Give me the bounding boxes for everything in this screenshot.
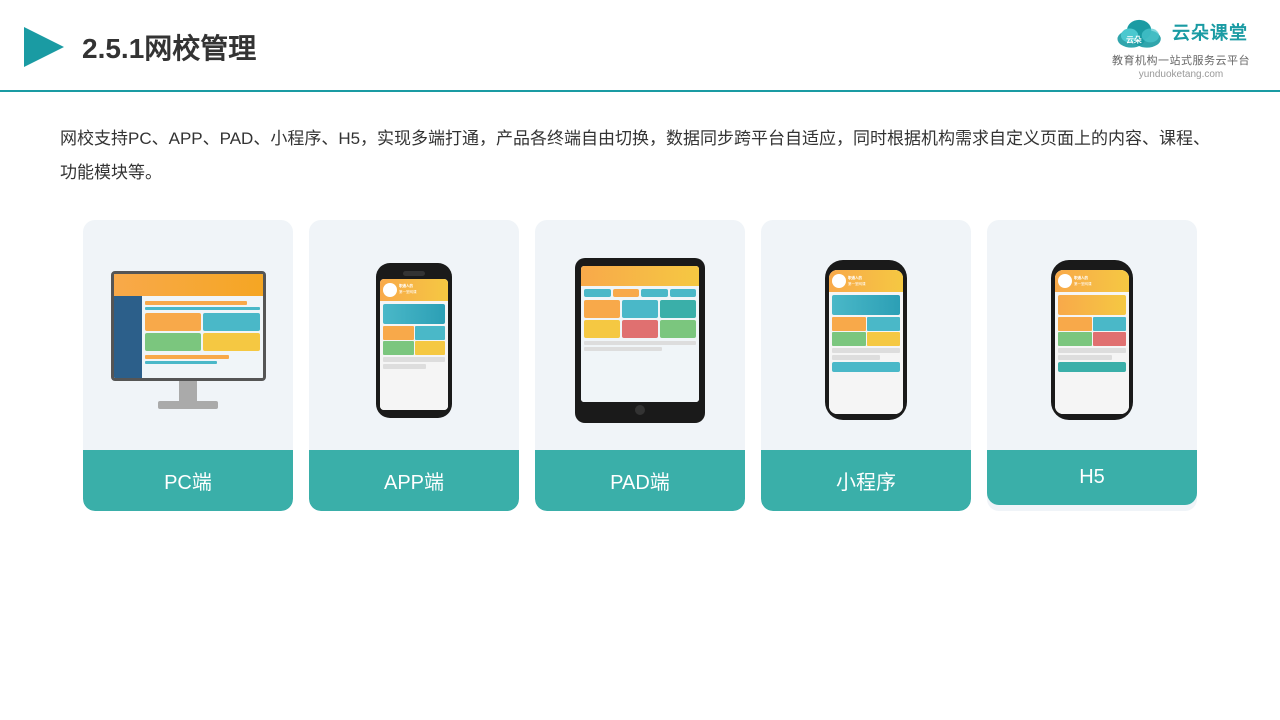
monitor-screen	[111, 271, 266, 381]
svg-text:云朵: 云朵	[1126, 34, 1142, 44]
card-pc: PC端	[83, 220, 293, 511]
page-title: 2.5.1网校管理	[82, 27, 256, 67]
logo-url: yunduoketang.com	[1139, 69, 1224, 80]
card-pad-image	[535, 220, 745, 450]
card-pad-label: PAD端	[535, 450, 745, 511]
pad-tablet	[575, 258, 705, 423]
card-miniprogram-image: 职通人的 第一堂网课	[761, 220, 971, 450]
pc-monitor	[111, 271, 266, 409]
notch-top	[851, 260, 881, 266]
app-phone: 职通人的 第一堂网课	[376, 263, 452, 418]
card-h5-label: H5	[987, 450, 1197, 505]
card-pc-image	[83, 220, 293, 450]
card-h5-image: 职通人的 第一堂网课	[987, 220, 1197, 450]
cloud-icon: 云朵	[1114, 14, 1166, 50]
card-pad: PAD端	[535, 220, 745, 511]
phone-notch	[403, 271, 425, 276]
phone-screen: 职通人的 第一堂网课	[380, 279, 448, 410]
card-app: 职通人的 第一堂网课	[309, 220, 519, 511]
tablet-screen	[581, 266, 699, 402]
logo-subtitle: 教育机构一站式服务云平台	[1112, 52, 1250, 68]
h5-phone: 职通人的 第一堂网课	[1051, 260, 1133, 420]
card-miniprogram: 职通人的 第一堂网课	[761, 220, 971, 511]
miniprogram-phone: 职通人的 第一堂网课	[825, 260, 907, 420]
card-miniprogram-label: 小程序	[761, 450, 971, 511]
card-pc-label: PC端	[83, 450, 293, 511]
card-app-image: 职通人的 第一堂网课	[309, 220, 519, 450]
modern-screen: 职通人的 第一堂网课	[829, 270, 903, 414]
notch-top-h5	[1077, 260, 1107, 266]
logo-text: 云朵课堂	[1172, 19, 1248, 45]
header: 2.5.1网校管理 云朵 云朵课堂 教育机构一站式服务云平台 yunduoket…	[0, 0, 1280, 92]
header-left: 2.5.1网校管理	[20, 23, 256, 71]
h5-screen: 职通人的 第一堂网课	[1055, 270, 1129, 414]
main-content: 网校支持PC、APP、PAD、小程序、H5，实现多端打通，产品各终端自由切换，数…	[0, 92, 1280, 531]
logo-cloud: 云朵 云朵课堂	[1114, 14, 1248, 50]
description-text: 网校支持PC、APP、PAD、小程序、H5，实现多端打通，产品各终端自由切换，数…	[60, 122, 1220, 190]
cards-container: PC端 职通人的 第一堂网课	[60, 220, 1220, 511]
logo-area: 云朵 云朵课堂 教育机构一站式服务云平台 yunduoketang.com	[1112, 14, 1250, 80]
play-icon	[20, 23, 68, 71]
card-h5: 职通人的 第一堂网课	[987, 220, 1197, 511]
card-app-label: APP端	[309, 450, 519, 511]
